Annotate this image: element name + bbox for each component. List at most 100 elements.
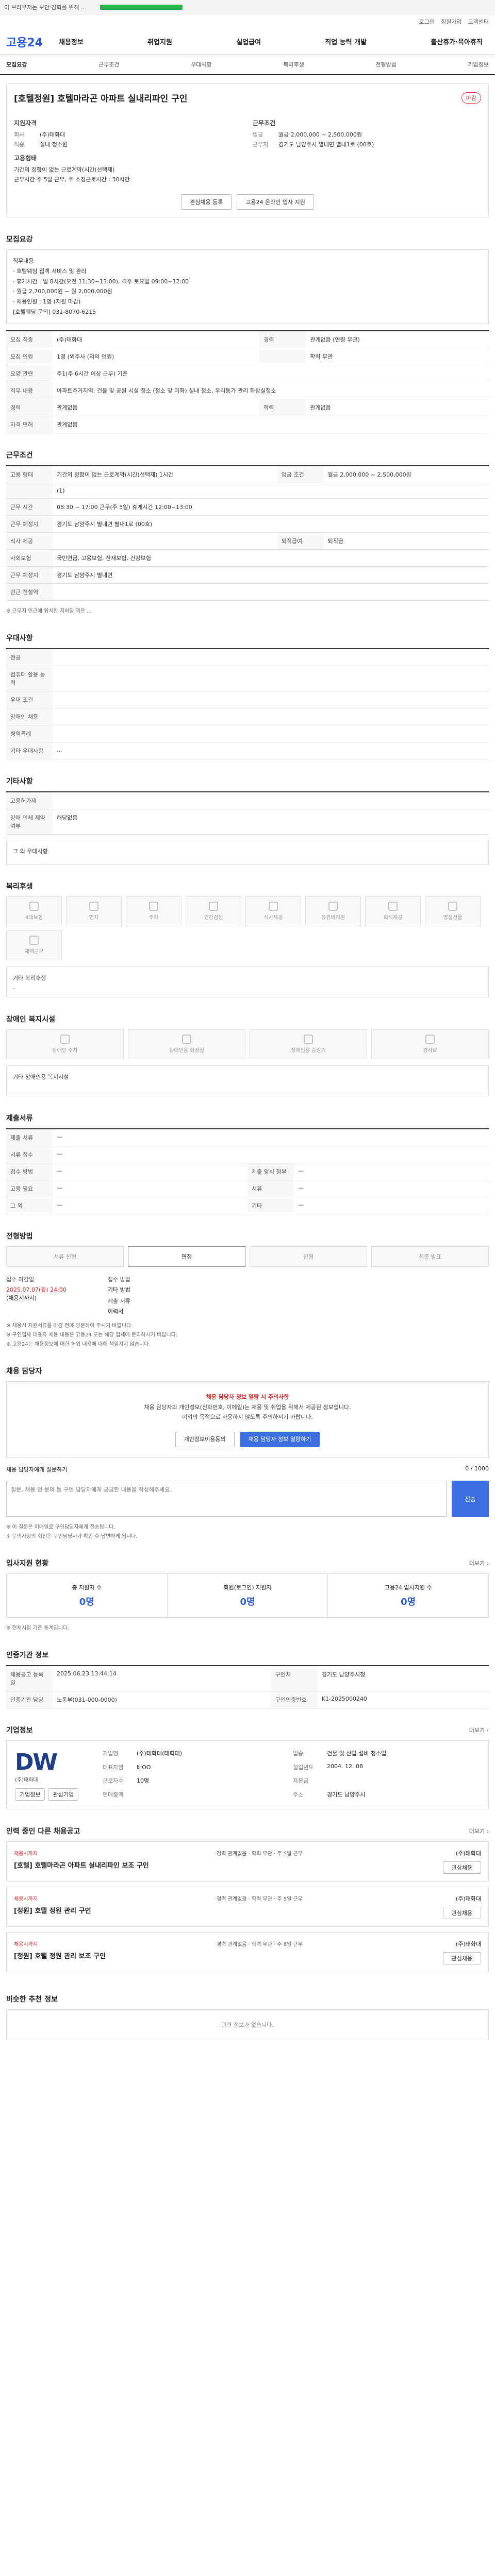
benefit-item: 주차 xyxy=(126,896,182,926)
info-heading: 인증기관 정보 xyxy=(6,1651,49,1660)
notice-text: 이 브라우저는 보안 강화를 위해 … xyxy=(4,4,87,11)
site-logo[interactable]: 고용24 xyxy=(6,33,53,50)
summary-h3: 고용형태 xyxy=(14,155,37,162)
step: 최종 발표 xyxy=(371,1246,489,1267)
benefit-item: 회식제공 xyxy=(365,896,421,926)
disability-item: 경사로 xyxy=(371,1029,489,1059)
extra-box: 그 외 우대사항 xyxy=(6,839,489,865)
apply-stats: 총 지원자 수 0명 회원(로그인) 지원자 0명 고용24 입사지원 수 0명 xyxy=(6,1573,489,1618)
contact-alert: 채용 담당자 정보 열람 시 주의사항 채용 담당자의 개인정보(전화번호, 이… xyxy=(6,1381,489,1459)
step: 면접 xyxy=(128,1246,245,1267)
company-more[interactable]: 더보기 › xyxy=(469,1726,489,1734)
health-icon xyxy=(209,902,218,911)
disability-item: 장애인 주차 xyxy=(6,1029,124,1059)
gnb-jobs[interactable]: 채용정보 xyxy=(59,37,84,46)
fav-job-button[interactable]: 관심채용 xyxy=(442,1952,481,1965)
cond-heading: 근무조건 xyxy=(6,451,33,460)
process-steps: 서류 전형 면접 전형 최종 발표 xyxy=(6,1246,489,1267)
etc-table: 고용허가제 장애 인체 제약 여부 해당없음 xyxy=(6,791,489,835)
tab-pref[interactable]: 우대사항 xyxy=(191,60,211,69)
pref-table: 전공 컴퓨터 활용 능력 우대 조건 장애인 채용 병역특례 기타 우대사항..… xyxy=(6,648,489,759)
browser-notice: 이 브라우저는 보안 강화를 위해 … xyxy=(0,0,495,14)
elevator-icon xyxy=(304,1035,313,1044)
location: 경기도 남양주시 별내면 별내1로 (00호) xyxy=(278,141,374,148)
gift-icon xyxy=(448,902,457,911)
fav-job-button[interactable]: 관심채용 xyxy=(442,1861,481,1874)
others-heading: 인력 중인 다른 채용공고 xyxy=(6,1827,80,1836)
recruit-desc: 직무내용 · 호텔웨딩 접객 서비스 및 관리 · 휴게시간 : 일 8시간(오전 … xyxy=(6,249,489,324)
stats-more[interactable]: 더보기 › xyxy=(469,1559,489,1567)
step: 서류 전형 xyxy=(6,1246,124,1267)
disability-etc: 기타 장애인용 복지시설 xyxy=(6,1065,489,1096)
privacy-agree-button[interactable]: 개인정보이용동의 xyxy=(175,1432,235,1448)
question-input[interactable] xyxy=(6,1481,447,1517)
fav-job-button[interactable]: 관심채용 xyxy=(442,1907,481,1920)
company-heading: 기업정보 xyxy=(6,1726,33,1735)
send-button[interactable]: 전송 xyxy=(452,1481,489,1517)
etc-heading: 기타사항 xyxy=(6,777,33,786)
job-summary: [호텔정원] 호텔마라곤 아파트 실내리파인 구인 마감 지원자격 회사 (주)태… xyxy=(6,83,489,217)
disability-item: 장애인용 승강기 xyxy=(250,1029,367,1059)
section-tabs: 모집요강 근무조건 우대사항 복리후생 전형방법 기업정보 xyxy=(0,55,495,75)
parking-icon xyxy=(60,1035,70,1044)
summary-h1: 지원자격 xyxy=(14,120,37,127)
disability-icons: 장애인 주차 장애인용 화장실 장애인용 승강기 경사로 xyxy=(6,1029,489,1059)
disability-heading: 장애인 복지시설 xyxy=(6,1015,56,1024)
job-card[interactable]: 채용시까지 [호텔] 호텔마라곤 아파트 실내리파인 보조 구인 경력 관계없음 … xyxy=(6,1841,489,1882)
gnb-training[interactable]: 직업 능력 개발 xyxy=(325,37,367,46)
util-join[interactable]: 회원가입 xyxy=(441,18,461,26)
benefit-item: 명절선물 xyxy=(425,896,481,926)
gnb-support[interactable]: 취업지원 xyxy=(147,37,172,46)
status-badge: 마감 xyxy=(461,92,481,104)
docs-table: 제출 서류 — 서류 접수 — 접수 방법 — 제출 양식 첨부 — 고용 필요 — 서류 — … xyxy=(6,1128,489,1214)
tab-company[interactable]: 기업정보 xyxy=(468,60,488,69)
benefit-icons: 4대보험 연차 주차 건강검진 식사제공 유류비지원 회식제공 명절선물 재택근… xyxy=(6,896,489,960)
cond-note: ※ 근무지 인근에 위치한 지하철 역은 ... xyxy=(6,608,92,614)
info-table: 채용공고 등록일 2025.06.23 13:44:14 구인처 경기도 남양주시청 … xyxy=(6,1665,489,1709)
favorite-button[interactable]: 관심채용 등록 xyxy=(181,194,232,210)
tab-benefit[interactable]: 복리후생 xyxy=(283,60,304,69)
calendar-icon xyxy=(89,902,98,911)
stats-heading: 입사지원 현황 xyxy=(6,1560,49,1568)
fav-company-button[interactable]: 관심기업 xyxy=(48,1788,78,1801)
benefit-item: 식사제공 xyxy=(245,896,301,926)
others-more[interactable]: 더보기 › xyxy=(469,1827,489,1835)
benefit-etc: 기타 복리후생 - xyxy=(6,966,489,997)
util-help[interactable]: 고객센터 xyxy=(468,18,489,26)
company-info-button[interactable]: 기업정보 xyxy=(15,1788,45,1801)
period-info: 접수 마감일 2025.07.07(월) 24:00 (채용시까지) 접수 방법 기타… xyxy=(6,1276,130,1315)
benefit-item: 4대보험 xyxy=(6,896,62,926)
process-heading: 전형방법 xyxy=(6,1232,33,1241)
gnb-benefit[interactable]: 실업급여 xyxy=(236,37,261,46)
tab-process[interactable]: 전형방법 xyxy=(375,60,396,69)
occupation: 실내 청소원 xyxy=(40,141,68,148)
company-card: DW (주)태화대 기업정보 관심기업 기업명 (주)태화대(태화대) 업종 건물 및… xyxy=(6,1740,489,1810)
view-contact-button[interactable]: 채용 담당자 정보 열람하기 xyxy=(239,1432,320,1448)
step: 전형 xyxy=(250,1246,367,1267)
toilet-icon xyxy=(182,1035,191,1044)
summary-h2: 근무조건 xyxy=(253,120,276,127)
fuel-icon xyxy=(328,902,338,911)
tab-cond[interactable]: 근무조건 xyxy=(98,60,119,69)
salary: 월급 2,000,000 ~ 2,500,000원 xyxy=(278,131,362,138)
job-card[interactable]: 채용시까지 [정원] 호텔 정원 관리 보조 구인 경력 관계없음 · 학력 무관… xyxy=(6,1932,489,1973)
gnb-leave[interactable]: 출산휴가·육아휴직 xyxy=(431,37,483,46)
stat-item: 고용24 입사지원 수 0명 xyxy=(384,1584,432,1608)
ramp-icon xyxy=(425,1035,435,1044)
util-login[interactable]: 로그인 xyxy=(419,18,435,26)
job-card[interactable]: 채용시까지 [정원] 호텔 정원 관리 구인 경력 관계없음 · 학력 무관 · … xyxy=(6,1887,489,1927)
progress-bar xyxy=(100,4,183,10)
cond-table: 고용 형태 기간의 정함이 없는 근로계약(시간(선택제) 1시간 임금 조건 월급 … xyxy=(6,465,489,601)
stat-item: 회원(로그인) 지원자 0명 xyxy=(168,1574,328,1618)
ask-notes: ※ 이 질문은 이메일로 구인담당자에게 전송됩니다. ※ 문의사항의 회신은 구… xyxy=(6,1524,138,1540)
tab-recruit[interactable]: 모집요강 xyxy=(6,60,27,69)
similar-empty: 관련 정보가 없습니다. xyxy=(6,2009,489,2041)
work-time: 주 5일 근무, 주 소정근로시간 : 30시간 xyxy=(36,176,130,183)
online-apply-button[interactable]: 고용24 온라인 입사 지원 xyxy=(237,194,314,210)
home-icon xyxy=(29,936,39,945)
benefit-item: 유류비지원 xyxy=(305,896,361,926)
job-title: [호텔정원] 호텔마라곤 아파트 실내리파인 구인 xyxy=(14,94,188,104)
ask-label: 채용 담당자에게 질문하기 xyxy=(6,1466,68,1473)
pref-heading: 우대사항 xyxy=(6,634,33,642)
contact-heading: 채용 담당자 xyxy=(6,1367,42,1376)
